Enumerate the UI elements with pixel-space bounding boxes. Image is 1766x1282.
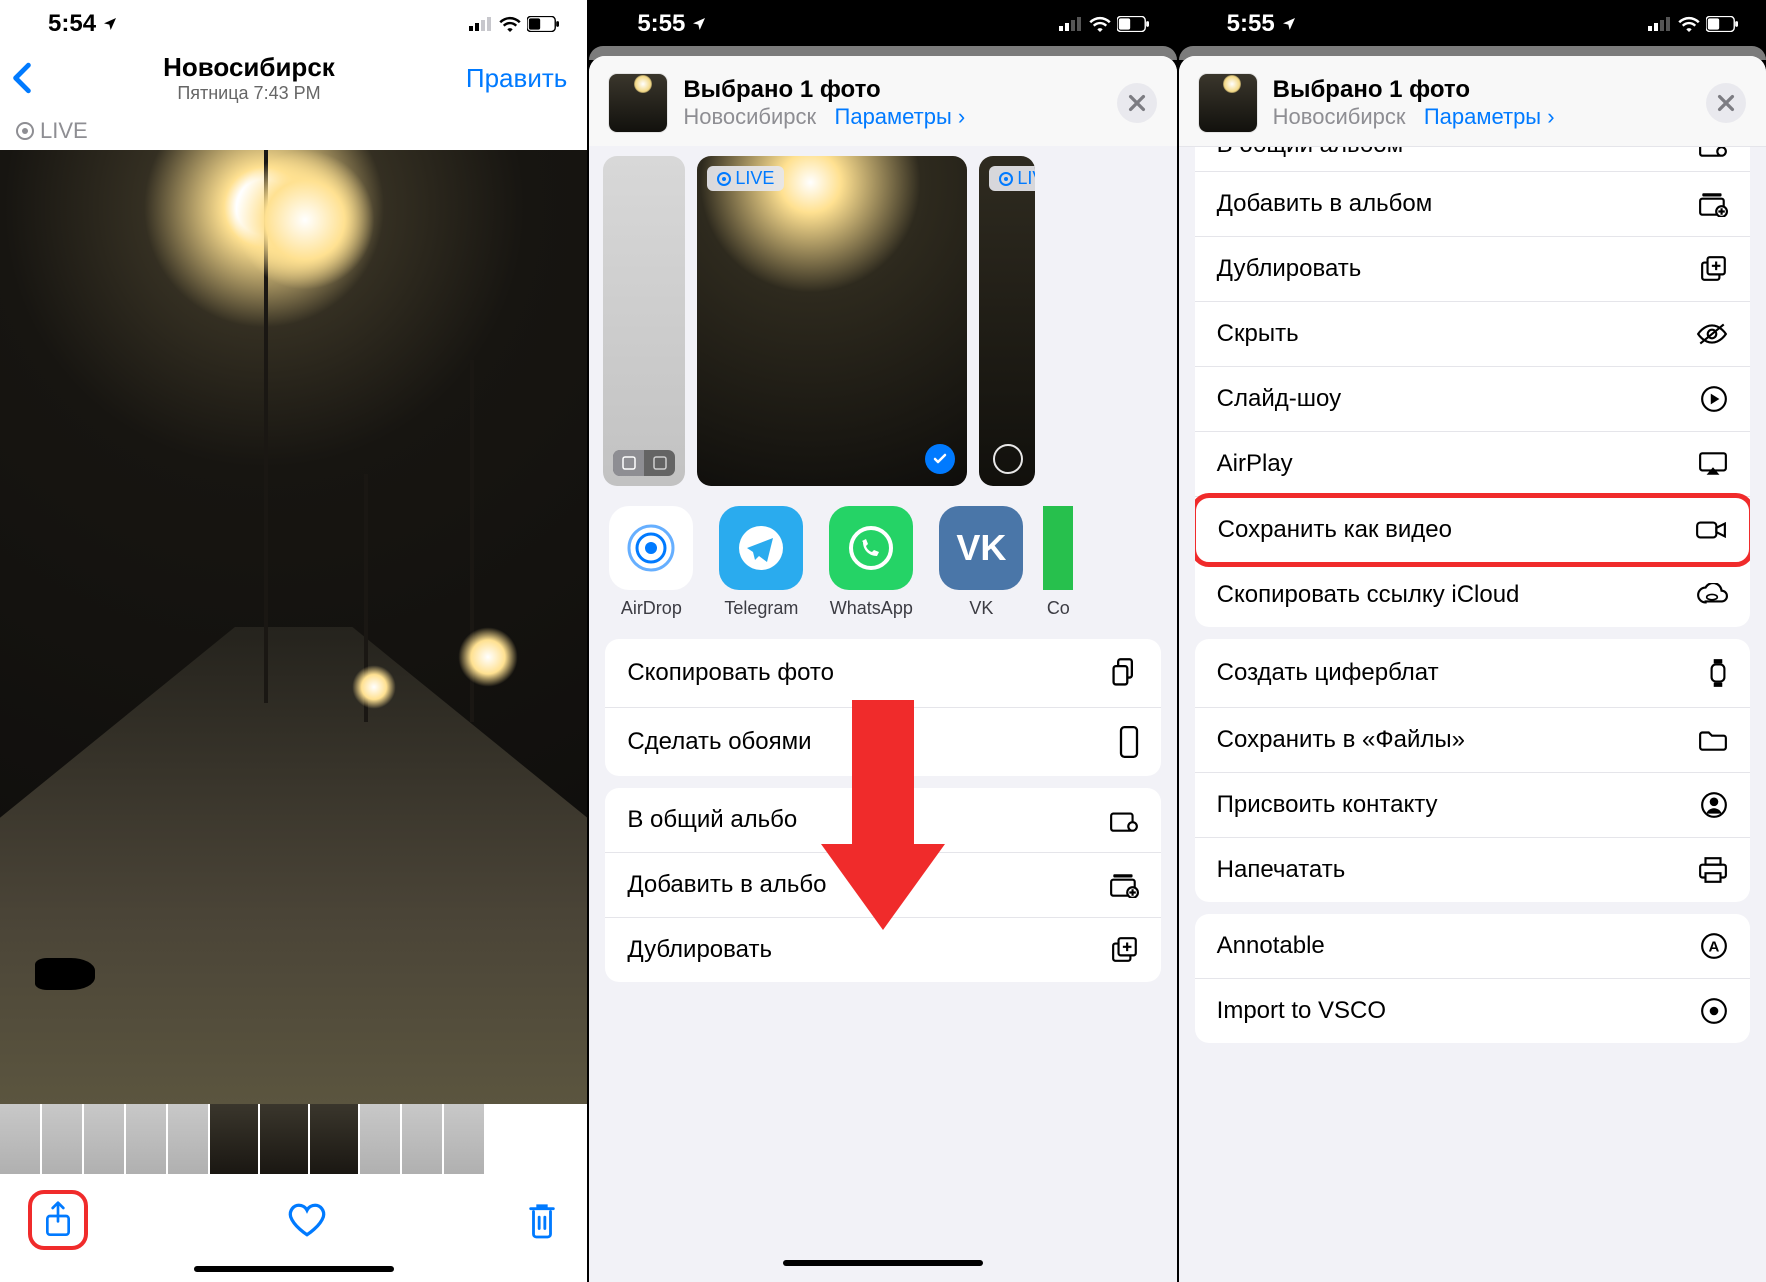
action-shared-album[interactable]: В общий альбом — [1195, 147, 1750, 172]
share-options-link[interactable]: Параметры › — [1424, 104, 1555, 129]
check-icon — [925, 444, 955, 474]
back-button[interactable] — [12, 62, 32, 94]
status-icons — [469, 16, 559, 32]
preview-row[interactable]: LIVE LIVE — [589, 146, 1176, 500]
action-save-files[interactable]: Сохранить в «Файлы» — [1195, 708, 1750, 773]
share-button-highlighted[interactable] — [28, 1190, 88, 1250]
shared-album-icon — [1109, 807, 1139, 833]
close-button[interactable] — [1117, 83, 1157, 123]
live-badge: LIVE — [707, 166, 784, 191]
status-time: 5:55 — [637, 10, 685, 38]
action-duplicate[interactable]: Дублировать — [1195, 237, 1750, 302]
action-group-1: Скопировать фото Сделать обоями — [605, 639, 1160, 776]
app-partial[interactable]: Co — [1043, 506, 1073, 619]
share-title: Выбрано 1 фото — [1273, 76, 1555, 104]
segmented-toggle[interactable] — [613, 450, 675, 476]
location-icon — [102, 16, 118, 32]
airplay-icon — [1698, 451, 1728, 477]
share-location: Новосибирск — [683, 104, 816, 129]
live-badge[interactable]: LIVE — [16, 118, 88, 144]
status-time: 5:54 — [48, 10, 96, 38]
title-block: Новосибирск Пятница 7:43 PM — [163, 52, 335, 104]
play-icon — [1700, 385, 1728, 413]
app-vk[interactable]: VK VK — [933, 506, 1029, 619]
action-add-album[interactable]: Добавить в альбо — [605, 853, 1160, 918]
app-telegram[interactable]: Telegram — [713, 506, 809, 619]
header-thumbnail — [609, 74, 667, 132]
share-location: Новосибирск — [1273, 104, 1406, 129]
app-whatsapp[interactable]: WhatsApp — [823, 506, 919, 619]
share-options-link[interactable]: Параметры › — [835, 104, 966, 129]
photo-area[interactable] — [0, 150, 587, 1104]
print-icon — [1698, 856, 1728, 884]
home-indicator[interactable] — [783, 1260, 983, 1266]
panel-photo-viewer: 5:54 Новосибирск Пятница 7:43 PM Править… — [0, 0, 587, 1282]
video-icon — [1695, 518, 1727, 542]
hide-icon — [1696, 322, 1728, 346]
home-indicator[interactable] — [194, 1266, 394, 1272]
live-badge: LIVE — [989, 166, 1035, 191]
app-airdrop[interactable]: AirDrop — [603, 506, 699, 619]
panel-share-sheet-scrolled: 5:55 Выбрано 1 фото Новосибирск Параметр… — [1179, 0, 1766, 1282]
svg-text:A: A — [1709, 938, 1720, 955]
action-save-as-video-highlighted[interactable]: Сохранить как видео — [1195, 493, 1750, 567]
share-title: Выбрано 1 фото — [683, 76, 965, 104]
thumbnail-strip[interactable] — [0, 1104, 587, 1174]
unselected-ring-icon — [993, 444, 1023, 474]
action-slideshow[interactable]: Слайд-шоу — [1195, 367, 1750, 432]
folder-icon — [1698, 728, 1728, 752]
header-thumbnail — [1199, 74, 1257, 132]
action-annotable[interactable]: Annotable A — [1195, 914, 1750, 979]
panel-share-sheet-top: 5:55 Выбрано 1 фото Новосибирск Параметр… — [589, 0, 1176, 1282]
action-wallpaper[interactable]: Сделать обоями — [605, 708, 1160, 776]
add-album-icon — [1698, 191, 1728, 217]
action-group-2: В общий альбо Добавить в альбо Дублирова… — [605, 788, 1160, 982]
action-copy-photo[interactable]: Скопировать фото — [605, 639, 1160, 708]
phone-icon — [1119, 726, 1139, 758]
edit-button[interactable]: Править — [466, 63, 567, 94]
duplicate-icon — [1111, 936, 1139, 964]
share-header: Выбрано 1 фото Новосибирск Параметры › — [589, 56, 1176, 146]
cloud-link-icon — [1696, 583, 1728, 607]
share-header: Выбрано 1 фото Новосибирск Параметры › — [1179, 56, 1766, 147]
add-album-icon — [1109, 872, 1139, 898]
action-copy-icloud[interactable]: Скопировать ссылку iCloud — [1195, 563, 1750, 627]
action-shared-album[interactable]: В общий альбо — [605, 788, 1160, 853]
action-add-album[interactable]: Добавить в альбом — [1195, 172, 1750, 237]
action-print[interactable]: Напечатать — [1195, 838, 1750, 902]
status-bar: 5:55 — [589, 0, 1176, 42]
nav-bar: Новосибирск Пятница 7:43 PM Править — [0, 42, 587, 110]
photo-location-title: Новосибирск — [163, 52, 335, 83]
action-watch-face[interactable]: Создать циферблат — [1195, 639, 1750, 708]
action-assign-contact[interactable]: Присвоить контакту — [1195, 773, 1750, 838]
live-icon — [16, 122, 34, 140]
location-icon — [1281, 16, 1297, 32]
bottom-toolbar — [0, 1174, 587, 1260]
watch-icon — [1708, 657, 1728, 689]
action-hide[interactable]: Скрыть — [1195, 302, 1750, 367]
status-bar: 5:55 — [1179, 0, 1766, 42]
duplicate-icon — [1700, 255, 1728, 283]
status-bar: 5:54 — [0, 0, 587, 42]
preview-next[interactable]: LIVE — [979, 156, 1035, 486]
action-duplicate-partial[interactable]: Дублировать — [605, 918, 1160, 982]
photo-timestamp: Пятница 7:43 PM — [163, 83, 335, 104]
annotable-icon: A — [1700, 932, 1728, 960]
preview-selected[interactable]: LIVE — [697, 156, 967, 486]
contact-icon — [1700, 791, 1728, 819]
status-icons — [1648, 16, 1738, 32]
vsco-icon — [1700, 997, 1728, 1025]
favorite-button[interactable] — [287, 1202, 327, 1238]
status-time: 5:55 — [1227, 10, 1275, 38]
status-icons — [1059, 16, 1149, 32]
copy-icon — [1111, 657, 1139, 689]
action-vsco[interactable]: Import to VSCO — [1195, 979, 1750, 1043]
delete-button[interactable] — [525, 1200, 559, 1240]
preview-prev[interactable] — [603, 156, 685, 486]
location-icon — [691, 16, 707, 32]
action-airplay[interactable]: AirPlay — [1195, 432, 1750, 497]
close-button[interactable] — [1706, 83, 1746, 123]
shared-album-icon — [1698, 147, 1728, 158]
app-row[interactable]: AirDrop Telegram WhatsApp VK VK Co — [589, 500, 1176, 627]
